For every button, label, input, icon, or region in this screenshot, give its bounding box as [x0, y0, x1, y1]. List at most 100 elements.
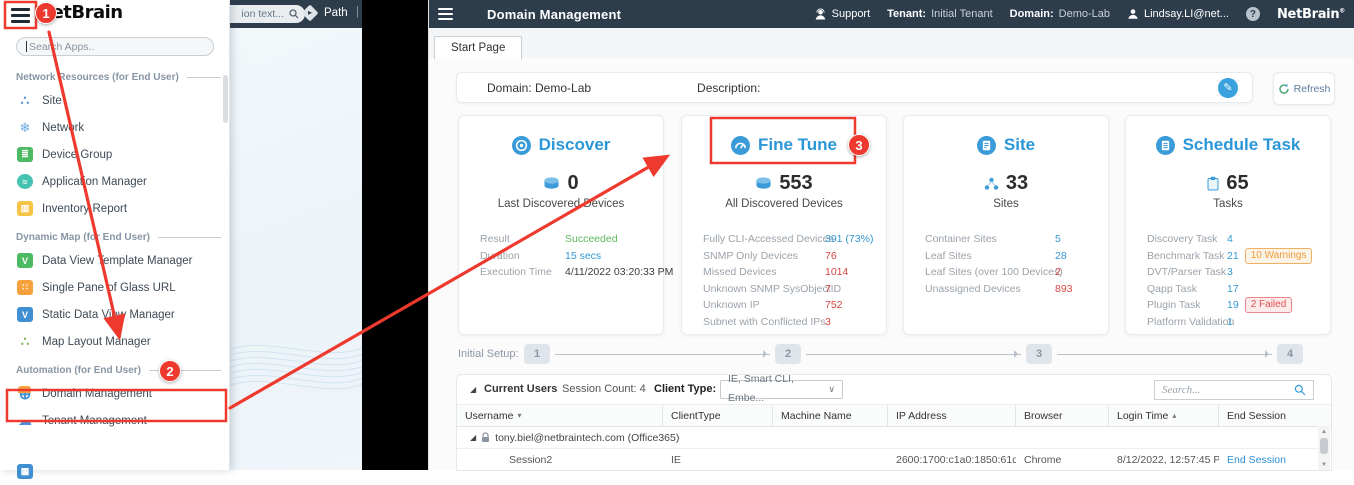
- help-icon[interactable]: ?: [1245, 7, 1260, 21]
- stat-label: Benchmark Task: [1147, 249, 1225, 262]
- refresh-button[interactable]: Refresh: [1273, 72, 1335, 105]
- stat-row: Discovery Task 4: [1147, 231, 1330, 248]
- session-count: Session Count: 4: [562, 383, 646, 395]
- end-session-link[interactable]: End Session: [1219, 454, 1321, 466]
- sidebar-item-label: Network: [42, 121, 85, 134]
- sidebar-item-inventory-report[interactable]: ▥ Inventory Report: [0, 195, 229, 222]
- column-header-machine-name[interactable]: Machine Name: [773, 405, 888, 426]
- sidebar-item-label: Application Manager: [42, 175, 147, 188]
- netbrain-logo: NetBrain®: [1276, 6, 1345, 22]
- lock-icon: [481, 432, 490, 443]
- stat-value: 28: [1055, 249, 1067, 262]
- application-manager-icon: ≈: [17, 174, 33, 189]
- sidebar-item-label: Site: [42, 94, 62, 107]
- sort-icon: ▾: [517, 411, 522, 420]
- path-icon[interactable]: ▸: [301, 4, 319, 22]
- stat-value: 2: [1055, 266, 1061, 279]
- sidebar-section: Dynamic Map (for End User) V Data View Tem…: [0, 232, 229, 355]
- table-cell: 2600:1700:c1a0:1850:61d...: [896, 453, 1016, 466]
- apps-menu-panel: NetBrain Search Apps.. Network Resources…: [0, 0, 230, 479]
- apps-menu-icon[interactable]: [11, 8, 30, 23]
- card-count: 553: [682, 172, 886, 195]
- status-badge: 2 Failed: [1244, 297, 1293, 314]
- tab-start-page[interactable]: Start Page: [434, 36, 523, 59]
- initial-setup: Initial Setup: 1 2 3 4: [458, 343, 1303, 365]
- client-type-select[interactable]: IE, Smart CLI, Embe... ∨: [720, 375, 843, 404]
- scroll-up-icon[interactable]: ▲: [1321, 426, 1327, 436]
- tenant-label: Tenant:: [887, 8, 927, 20]
- sidebar-item-label: Static Data View Manager: [42, 308, 175, 321]
- column-header-browser[interactable]: Browser: [1016, 405, 1109, 426]
- apps-search-input[interactable]: Search Apps..: [16, 37, 214, 56]
- site-card-icon: [976, 135, 996, 155]
- card-count-label: Sites: [993, 198, 1019, 210]
- column-header-login-time[interactable]: Login Time ▴: [1109, 405, 1219, 426]
- menu-icon[interactable]: [438, 8, 453, 20]
- stat-row: DVT/Parser Task 3: [1147, 264, 1330, 281]
- card-stats: Container Sites 5 Leaf Sites 28 Leaf Sites (…: [904, 231, 1108, 297]
- sidebar-item-label: Data View Template Manager: [42, 254, 193, 267]
- stat-value: 76: [825, 249, 837, 262]
- step-connector-arrow: [1057, 350, 1272, 358]
- support-button[interactable]: Support: [814, 7, 870, 21]
- table-cell: Chrome: [1024, 453, 1062, 466]
- stat-row: Qapp Task 17: [1147, 281, 1330, 298]
- sidebar-item-application-manager[interactable]: ≈ Application Manager: [0, 168, 229, 195]
- sidebar-item-label: Map Layout Manager: [42, 335, 151, 348]
- window-titlebar: Domain Management Support Tenant: Initia…: [429, 0, 1354, 28]
- setup-step-3[interactable]: 3: [1026, 344, 1052, 364]
- scroll-down-icon[interactable]: ▼: [1321, 459, 1327, 470]
- stat-label: Discovery Task: [1147, 233, 1218, 246]
- stat-row: Unknown SNMP SysObjectID 7: [703, 281, 886, 298]
- search-icon: [289, 9, 299, 19]
- sidebar-item-map-layout-manager[interactable]: ∴ Map Layout Manager: [0, 328, 229, 355]
- sidebar-section-label: Network Resources (for End User): [16, 72, 221, 83]
- edit-description-button[interactable]: ✎: [1218, 77, 1238, 98]
- device-group-icon: ≣: [17, 147, 33, 162]
- column-label: Login Time: [1117, 409, 1169, 422]
- scrollbar-thumb[interactable]: [1320, 438, 1328, 454]
- card-site: Site 33 Sites Container Sites 5 Leaf Sites 28 L…: [903, 115, 1109, 335]
- column-header-username[interactable]: Username ▾: [457, 405, 663, 426]
- status-badge: 10 Warnings: [1244, 247, 1313, 264]
- sidebar-item-data-view-template-manager[interactable]: V Data View Template Manager: [0, 247, 229, 274]
- card-title-site[interactable]: Site: [904, 135, 1108, 155]
- card-title-schedule-task[interactable]: Schedule Task: [1126, 135, 1330, 155]
- setup-step-1[interactable]: 1: [524, 344, 550, 364]
- column-header-ip-address[interactable]: IP Address: [888, 405, 1016, 426]
- sidebar-item-tenant-management[interactable]: ☁ Tenant Management: [0, 407, 229, 434]
- stat-label: Result: [480, 233, 510, 246]
- column-header-clienttype[interactable]: ClientType: [663, 405, 773, 426]
- table-group-row[interactable]: ◢ tony.biel@netbraintech.com (Office365): [457, 427, 1331, 449]
- sidebar-item-domain-management[interactable]: ⊕ Domain Management: [0, 380, 229, 407]
- card-stats: Result Succeeded Duration 15 secs Execution …: [459, 231, 673, 281]
- collapse-icon[interactable]: ◢: [470, 375, 476, 404]
- sidebar-item-site[interactable]: ∴ Site: [0, 87, 229, 114]
- user-menu[interactable]: Lindsay.LI@net...: [1127, 8, 1229, 20]
- stat-row: Plugin Task 19 2 Failed: [1147, 297, 1330, 314]
- stat-value: 1: [1227, 315, 1233, 328]
- table-scrollbar[interactable]: ▲ ▼: [1318, 426, 1330, 470]
- stat-label: Unknown SNMP SysObjectID: [703, 282, 842, 295]
- setup-step-4[interactable]: 4: [1277, 344, 1303, 364]
- table-row: Session2 IE 2600:1700:c1a0:1850:61d... Chro…: [457, 449, 1331, 470]
- schedule-task-icon: [1155, 135, 1175, 155]
- column-label: Machine Name: [781, 409, 852, 422]
- user-name: Lindsay.LI@net...: [1144, 8, 1229, 20]
- card-title-label: Site: [1003, 135, 1036, 154]
- card-title-discover[interactable]: Discover: [459, 135, 663, 155]
- path-menu[interactable]: Path: [324, 7, 348, 19]
- stat-value: Succeeded: [565, 233, 618, 246]
- sidebar-scrollbar[interactable]: [223, 75, 228, 123]
- table-search-input[interactable]: Search...: [1154, 379, 1314, 400]
- stat-row: SNMP Only Devices 76: [703, 248, 886, 265]
- sidebar-item-device-group[interactable]: ≣ Device Group: [0, 141, 229, 168]
- discover-icon: [511, 135, 531, 155]
- setup-step-2[interactable]: 2: [775, 344, 801, 364]
- sidebar-item-static-data-view-manager[interactable]: V Static Data View Manager: [0, 301, 229, 328]
- sidebar-item-network[interactable]: ❄ Network: [0, 114, 229, 141]
- window-title: Domain Management: [487, 6, 622, 22]
- sidebar-item-partial[interactable]: ▦: [0, 458, 246, 485]
- column-header-end-session[interactable]: End Session: [1219, 405, 1321, 426]
- sidebar-item-single-pane-of-glass-url[interactable]: ∷ Single Pane of Glass URL: [0, 274, 229, 301]
